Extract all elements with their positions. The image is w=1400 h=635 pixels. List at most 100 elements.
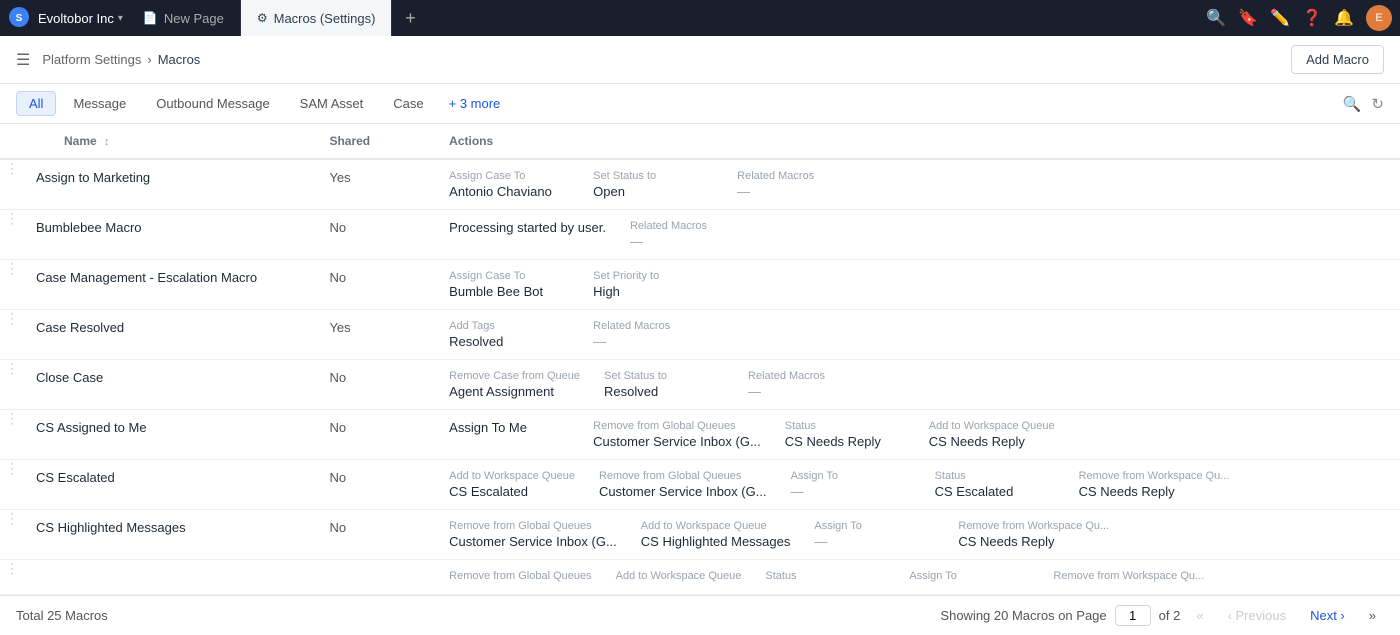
action-item: Set Status toResolved xyxy=(604,370,724,399)
drag-handle[interactable]: ⋮ xyxy=(0,460,24,510)
macro-name[interactable]: CS Highlighted Messages xyxy=(24,510,317,560)
action-item: Remove from Global QueuesCustomer Servic… xyxy=(593,420,761,449)
action-value: Resolved xyxy=(449,334,569,349)
add-macro-button[interactable]: Add Macro xyxy=(1291,45,1384,74)
filter-tab-sam-asset[interactable]: SAM Asset xyxy=(287,91,377,116)
action-label: Add Tags xyxy=(449,320,569,332)
action-value: Customer Service Inbox (G... xyxy=(599,484,767,499)
action-label: Assign To xyxy=(909,570,1029,582)
drag-col-header xyxy=(0,124,24,159)
action-value: CS Escalated xyxy=(935,484,1055,499)
macro-name[interactable]: CS Escalated xyxy=(24,460,317,510)
action-item: Related Macros— xyxy=(593,320,713,349)
filter-tab-outbound-message[interactable]: Outbound Message xyxy=(143,91,282,116)
action-label: Remove from Workspace Qu... xyxy=(1053,570,1204,582)
macro-actions: Assign To MeRemove from Global QueuesCus… xyxy=(437,410,1400,460)
action-label: Status xyxy=(935,470,1055,482)
macro-shared: No xyxy=(317,510,437,560)
table-refresh-icon[interactable]: ↻ xyxy=(1371,95,1384,113)
bell-icon[interactable]: 🔔 xyxy=(1334,8,1354,28)
action-item: Add to Workspace Queue CS Escalated xyxy=(449,470,575,499)
add-tab-button[interactable]: + xyxy=(392,0,428,36)
action-label: Related Macros xyxy=(737,170,857,182)
action-item: Assign Case ToBumble Bee Bot xyxy=(449,270,569,299)
drag-handle[interactable]: ⋮ xyxy=(0,410,24,460)
hamburger-icon[interactable]: ☰ xyxy=(16,50,30,70)
search-icon[interactable]: 🔍 xyxy=(1206,8,1226,28)
action-label: Set Status to xyxy=(593,170,713,182)
action-label: Remove from Global Queues xyxy=(449,570,591,582)
drag-handle[interactable]: ⋮ xyxy=(0,560,24,595)
table-row: ⋮Close CaseNoRemove Case from QueueAgent… xyxy=(0,360,1400,410)
macro-actions: Add Tags Resolved Related Macros— xyxy=(437,310,1400,360)
last-page-button[interactable]: » xyxy=(1361,604,1384,627)
action-value: — xyxy=(630,234,750,249)
action-item: Add Tags Resolved xyxy=(449,320,569,349)
page-number-input[interactable] xyxy=(1115,605,1151,626)
action-value: — xyxy=(814,534,934,549)
filter-tab-all[interactable]: All xyxy=(16,91,56,116)
filter-tab-message[interactable]: Message xyxy=(60,91,139,116)
nav-app-name[interactable]: Evoltobor Inc ▾ xyxy=(38,11,123,26)
action-item: Add to Workspace Queue xyxy=(616,570,742,584)
bookmark-icon[interactable]: 🔖 xyxy=(1238,8,1258,28)
table-search-icon[interactable]: 🔍 xyxy=(1343,95,1362,113)
macro-name[interactable]: Case Resolved xyxy=(24,310,317,360)
table-row: ⋮Case ResolvedYesAdd TagsResolvedRelated… xyxy=(0,310,1400,360)
filter-more-button[interactable]: + 3 more xyxy=(441,92,509,115)
table-row: ⋮Case Management - Escalation MacroNo Ass… xyxy=(0,260,1400,310)
action-item: Status xyxy=(765,570,885,584)
action-value: — xyxy=(737,184,857,199)
sub-header: ☰ Platform Settings › Macros Add Macro xyxy=(0,36,1400,84)
action-label: Remove from Global Queues xyxy=(599,470,767,482)
table-row: ⋮CS Highlighted MessagesNoRemove from Gl… xyxy=(0,510,1400,560)
macros-table: Name ↕ Shared Actions ⋮Assign to Marketi… xyxy=(0,124,1400,595)
action-value: CS Needs Reply xyxy=(958,534,1109,549)
action-item: Remove from Global Queues Customer Servic… xyxy=(599,470,767,499)
drag-handle[interactable]: ⋮ xyxy=(0,260,24,310)
macro-shared xyxy=(317,560,437,595)
macro-name[interactable]: CS Assigned to Me xyxy=(24,410,317,460)
avatar[interactable]: E xyxy=(1366,5,1392,31)
macro-shared: No xyxy=(317,460,437,510)
action-value: CS Escalated xyxy=(449,484,575,499)
macro-actions: Remove Case from QueueAgent AssignmentSe… xyxy=(437,360,1400,410)
action-label: Add to Workspace Queue xyxy=(449,470,575,482)
help-icon[interactable]: ❓ xyxy=(1302,8,1322,28)
drag-handle[interactable]: ⋮ xyxy=(0,310,24,360)
drag-handle[interactable]: ⋮ xyxy=(0,360,24,410)
nav-tab-macros-settings[interactable]: ⚙ Macros (Settings) xyxy=(241,0,393,36)
filter-tab-case[interactable]: Case xyxy=(380,91,436,116)
breadcrumb-current: Macros xyxy=(158,52,201,67)
drag-icon: ⋮ xyxy=(5,410,19,426)
action-label: Assign Case To xyxy=(449,170,569,182)
breadcrumb-platform-settings[interactable]: Platform Settings xyxy=(42,52,141,67)
pagination: Showing 20 Macros on Page of 2 « ‹ Previ… xyxy=(940,604,1384,627)
action-value: Bumble Bee Bot xyxy=(449,284,569,299)
macro-shared: No xyxy=(317,360,437,410)
drag-handle[interactable]: ⋮ xyxy=(0,510,24,560)
next-page-button[interactable]: Next › xyxy=(1302,604,1353,627)
action-item: Set Priority toHigh xyxy=(593,270,713,299)
prev-page-button[interactable]: ‹ Previous xyxy=(1220,604,1295,627)
macro-shared: No xyxy=(317,260,437,310)
action-item: Add to Workspace QueueCS Needs Reply xyxy=(929,420,1055,449)
drag-handle[interactable]: ⋮ xyxy=(0,159,24,210)
action-label: Remove from Global Queues xyxy=(593,420,761,432)
action-value: CS Highlighted Messages xyxy=(641,534,791,549)
macro-shared: No xyxy=(317,210,437,260)
action-label: Related Macros xyxy=(630,220,750,232)
action-label: Related Macros xyxy=(748,370,868,382)
macro-name[interactable] xyxy=(24,560,317,595)
nav-tabs: 📄 New Page ⚙ Macros (Settings) + xyxy=(127,0,1206,36)
macro-name[interactable]: Case Management - Escalation Macro xyxy=(24,260,317,310)
macro-name[interactable]: Close Case xyxy=(24,360,317,410)
macro-name[interactable]: Bumblebee Macro xyxy=(24,210,317,260)
action-item: Processing started by user. xyxy=(449,220,606,249)
name-col-header[interactable]: Name ↕ xyxy=(24,124,317,159)
nav-tab-new-page[interactable]: 📄 New Page xyxy=(127,0,241,36)
edit-icon[interactable]: ✏️ xyxy=(1270,8,1290,28)
macro-name[interactable]: Assign to Marketing xyxy=(24,159,317,210)
drag-handle[interactable]: ⋮ xyxy=(0,210,24,260)
first-page-button[interactable]: « xyxy=(1188,604,1211,627)
